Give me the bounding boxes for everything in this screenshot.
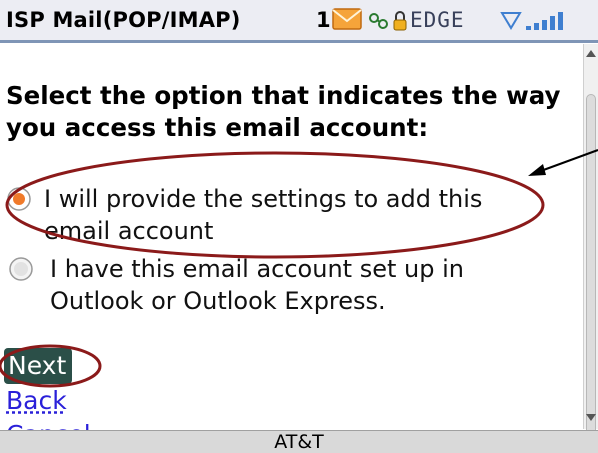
bluetooth-icon bbox=[369, 13, 388, 29]
lock-icon bbox=[393, 11, 407, 31]
signal-bars-icon bbox=[500, 12, 563, 30]
next-button[interactable]: Next bbox=[4, 348, 73, 384]
scroll-thumb[interactable] bbox=[586, 94, 596, 453]
scrollbar[interactable] bbox=[583, 44, 598, 453]
scroll-down-arrow-icon[interactable] bbox=[586, 414, 596, 421]
option-line: I have this email account set up in bbox=[50, 255, 464, 283]
cancel-link-clip: Cancel bbox=[6, 418, 126, 430]
wifi-icon bbox=[500, 12, 522, 30]
option-outlook-setup-label[interactable]: I have this email account set up in Outl… bbox=[50, 253, 580, 317]
page-heading: Select the option that indicates the way… bbox=[6, 81, 561, 142]
app-title: ISP Mail(POP/IMAP) bbox=[6, 8, 241, 32]
blackberry-screen: ISP Mail(POP/IMAP) 1 EDGE Select the opt… bbox=[0, 0, 598, 453]
back-link[interactable]: Back bbox=[6, 384, 67, 418]
option-provide-settings-label[interactable]: I will provide the settings to add this … bbox=[44, 183, 584, 247]
carrier-name: AT&T bbox=[274, 431, 324, 453]
network-type: EDGE bbox=[410, 8, 465, 32]
radio-provide-settings[interactable] bbox=[6, 186, 32, 212]
unread-count: 1 bbox=[316, 8, 331, 32]
carrier-bar: AT&T bbox=[0, 430, 598, 453]
option-line: Outlook or Outlook Express. bbox=[50, 287, 386, 315]
cancel-link[interactable]: Cancel bbox=[6, 420, 91, 430]
status-bar: ISP Mail(POP/IMAP) 1 EDGE bbox=[0, 0, 598, 43]
radio-outlook-setup[interactable] bbox=[8, 256, 34, 282]
option-line: I will provide the settings to add this bbox=[44, 185, 483, 213]
scroll-up-arrow-icon[interactable] bbox=[586, 50, 596, 57]
option-line: email account bbox=[44, 217, 214, 245]
envelope-icon bbox=[332, 8, 362, 30]
